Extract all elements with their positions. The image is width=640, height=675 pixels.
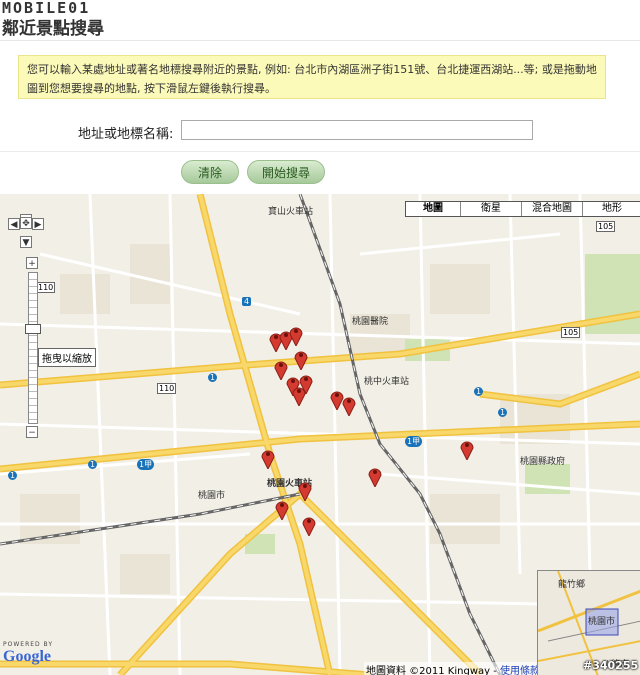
address-input[interactable] — [181, 120, 533, 140]
svg-text:桃園市: 桃園市 — [588, 615, 615, 627]
road-shield: 1甲 — [405, 436, 423, 447]
map-canvas[interactable]: 寶山火車站 桃中火車站 桃園火車站 桃園市 桃園醫院 桃園縣政府 4 1 110… — [0, 194, 640, 675]
location-marker[interactable] — [302, 514, 316, 536]
zoom-tooltip: 拖曳以縮放 — [38, 348, 96, 367]
svg-text:桃園縣政府: 桃園縣政府 — [520, 455, 565, 467]
svg-text:桃中火車站: 桃中火車站 — [364, 375, 409, 387]
location-marker[interactable] — [342, 394, 356, 416]
road-shield: 4 — [242, 297, 252, 306]
location-marker[interactable] — [294, 348, 308, 370]
road-shield: 1甲 — [137, 459, 155, 470]
zoom-out-icon[interactable]: − — [26, 426, 38, 438]
road-shield: 1 — [208, 373, 218, 382]
location-marker[interactable] — [289, 324, 303, 346]
divider — [0, 151, 640, 152]
page-header: MOBILE01 鄰近景點搜尋 — [0, 0, 640, 41]
location-marker[interactable] — [261, 447, 275, 469]
road-shield: 1 — [474, 387, 484, 396]
zoom-slider-track[interactable] — [28, 272, 38, 424]
map-type-hybrid[interactable]: 混合地圖 — [522, 202, 583, 216]
map-type-selector: 地圖 衛星 混合地圖 地形 — [405, 201, 640, 217]
google-logo[interactable]: POWERED BY Google — [3, 641, 53, 666]
location-marker[interactable] — [298, 479, 312, 501]
map-attribution: 地圖資料 ©2011 Kingway - 使用條款 — [364, 662, 543, 675]
search-form: 地址或地標名稱: — [0, 118, 640, 148]
location-marker[interactable] — [460, 438, 474, 460]
road-shield: 105 — [596, 221, 616, 232]
pan-center-icon[interactable]: ✥ — [20, 217, 32, 229]
location-marker[interactable] — [275, 498, 289, 520]
address-label: 地址或地標名稱: — [78, 127, 174, 142]
search-button[interactable]: 開始搜尋 — [247, 160, 325, 184]
map-type-map[interactable]: 地圖 — [406, 202, 461, 216]
road-shield: 105 — [561, 327, 581, 338]
road-shield: 1 — [498, 408, 508, 417]
page-title: 鄰近景點搜尋 — [2, 19, 104, 39]
svg-text:寶山火車站: 寶山火車站 — [268, 205, 313, 217]
zoom-in-icon[interactable]: + — [26, 257, 38, 269]
map-type-terrain[interactable]: 地形 — [583, 202, 640, 216]
location-marker[interactable] — [292, 384, 306, 406]
pan-down-icon[interactable]: ▼ — [20, 236, 32, 248]
svg-text:桃園市: 桃園市 — [198, 489, 225, 501]
zoom-slider-handle[interactable] — [25, 324, 41, 334]
svg-text:桃園醫院: 桃園醫院 — [352, 315, 388, 327]
terms-link[interactable]: 使用條款 — [500, 666, 540, 675]
svg-text:龍竹鄉: 龍竹鄉 — [558, 578, 585, 590]
instructions-notice: 您可以輸入某處地址或著名地標搜尋附近的景點, 例如: 台北市內湖區洲子街151號… — [18, 55, 606, 99]
watermark: #340255 — [583, 659, 639, 672]
map-type-satellite[interactable]: 衛星 — [461, 202, 522, 216]
pan-right-icon[interactable]: ▶ — [32, 218, 44, 230]
location-marker[interactable] — [368, 465, 382, 487]
pan-left-icon[interactable]: ◀ — [8, 218, 20, 230]
road-shield: 1 — [8, 471, 18, 480]
map-navigation-control: ▲ ◀ ▶ ✥ ▼ + − — [6, 214, 56, 454]
road-shield: 110 — [157, 383, 177, 394]
clear-button[interactable]: 清除 — [181, 160, 239, 184]
road-shield: 1 — [88, 460, 98, 469]
